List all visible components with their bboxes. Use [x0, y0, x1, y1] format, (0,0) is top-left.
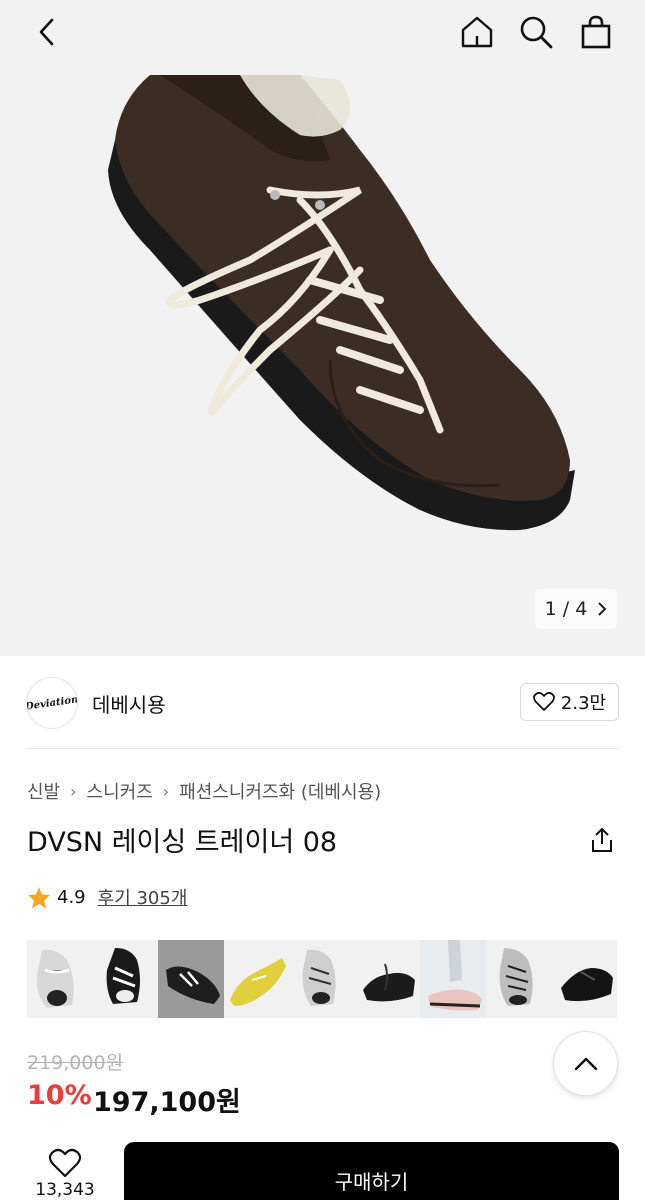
color-option-black-suede-selected[interactable] [158, 940, 224, 1018]
scroll-to-top-button[interactable] [553, 1031, 618, 1096]
discount-rate: 10% [27, 1080, 92, 1111]
wishlist-count: 13,343 [35, 1180, 95, 1200]
divider [26, 748, 619, 749]
image-counter[interactable]: 1 / 4 [535, 589, 617, 629]
breadcrumb-item-fashion-sneakers[interactable]: 패션스니커즈화 (데베시용) [179, 778, 381, 804]
color-option-black-leather[interactable] [551, 940, 617, 1018]
color-option-yellow[interactable] [223, 940, 289, 1018]
brand-like-count: 2.3만 [560, 693, 607, 714]
chevron-left-icon [39, 18, 54, 46]
color-option-silver-black[interactable] [485, 940, 551, 1018]
color-option-black-lace[interactable] [354, 940, 420, 1018]
product-image-carousel[interactable]: 1 / 4 [0, 0, 645, 656]
breadcrumb: 신발 › 스니커즈 › 패션스니커즈화 (데베시용) [27, 778, 381, 804]
brand-row: Deviation 데베시용 2.3만 [26, 675, 619, 733]
back-button[interactable] [24, 10, 68, 54]
counter-total: 4 [575, 598, 588, 620]
wishlist-button[interactable]: 13,343 [24, 1148, 106, 1200]
search-button[interactable] [514, 10, 558, 54]
star-icon [28, 886, 50, 908]
color-option-white-silver[interactable] [289, 940, 355, 1018]
share-icon [592, 827, 612, 852]
color-options [27, 940, 617, 1018]
color-option-silver-white[interactable] [27, 940, 93, 1018]
color-option-black-white[interactable] [92, 940, 158, 1018]
heart-icon [533, 692, 555, 711]
chevron-right-icon [598, 602, 607, 616]
product-photo [108, 75, 575, 531]
reviews-link[interactable]: 후기 305개 [98, 884, 188, 910]
chevron-up-icon [574, 1057, 597, 1070]
color-option-pink-beige[interactable] [420, 940, 486, 1018]
breadcrumb-item-sneakers[interactable]: 스니커즈 [87, 778, 153, 804]
sale-price: 197,100원 [93, 1087, 241, 1118]
rating-row: 4.9 후기 305개 [27, 884, 187, 910]
buy-button[interactable]: 구매하기 [124, 1142, 619, 1200]
heart-icon [48, 1148, 82, 1178]
breadcrumb-item-shoes[interactable]: 신발 [27, 778, 60, 804]
brand-like-button[interactable]: 2.3만 [520, 683, 619, 721]
brand-logo[interactable]: Deviation [26, 677, 78, 729]
chevron-right-icon: › [70, 781, 77, 801]
home-button[interactable] [455, 10, 499, 54]
purchase-bar: 13,343 구매하기 [0, 1120, 645, 1200]
cart-button[interactable] [574, 10, 618, 54]
original-price: 219,000원 [27, 1052, 124, 1074]
shopping-bag-icon [581, 15, 611, 49]
product-title: DVSN 레이싱 트레이너 08 [27, 827, 338, 858]
search-icon [520, 16, 553, 49]
counter-separator: / [562, 598, 570, 620]
chevron-right-icon: › [162, 781, 170, 801]
rating-score: 4.9 [57, 886, 86, 908]
counter-current: 1 [544, 598, 557, 620]
share-button[interactable] [588, 826, 616, 854]
top-navigation-bar [0, 0, 645, 66]
brand-name[interactable]: 데베시용 [92, 689, 166, 718]
home-icon [461, 16, 493, 48]
